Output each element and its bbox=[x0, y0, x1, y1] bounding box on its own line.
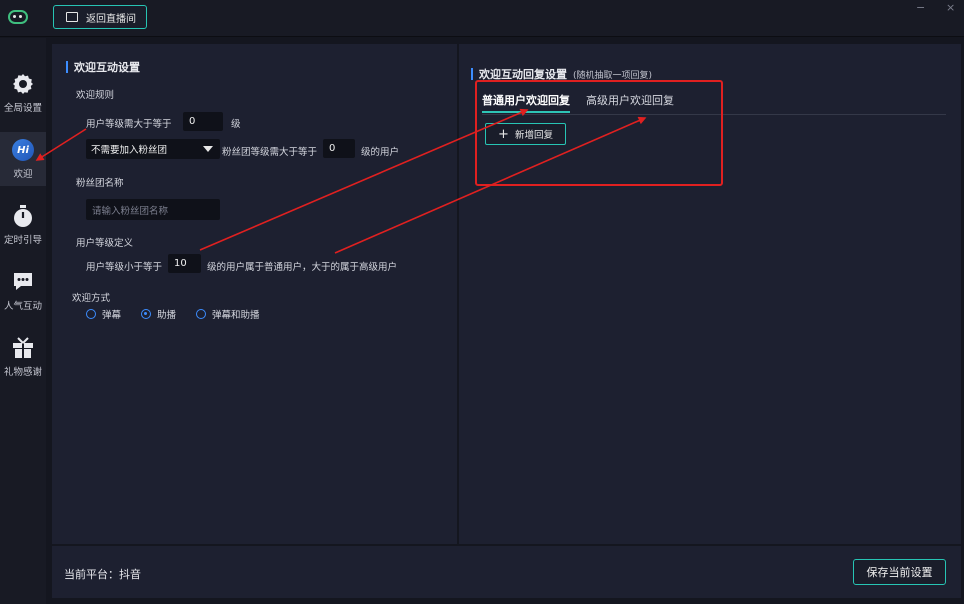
sidebar: 全局设置 Hi 欢迎 定时引导 人气互动 礼物感谢 bbox=[0, 38, 46, 604]
fan-level-suffix: 级的用户 bbox=[361, 147, 400, 158]
radio-danmaku[interactable]: 弹幕 bbox=[86, 307, 121, 321]
fan-club-select-value: 不需要加入粉丝团 bbox=[91, 145, 168, 156]
radio-label: 弹幕 bbox=[102, 310, 122, 321]
level-definition-suffix: 级的用户属于普通用户，大于的属于高级用户 bbox=[207, 262, 398, 273]
hi-icon: Hi bbox=[11, 138, 35, 162]
title-accent-bar bbox=[66, 61, 68, 73]
annotation-highlight-box bbox=[475, 80, 723, 186]
timer-icon bbox=[11, 204, 35, 228]
fan-level-prefix: 粉丝团等级需大于等于 bbox=[222, 147, 318, 158]
radio-circle-icon bbox=[86, 309, 96, 319]
user-level-definition-label: 用户等级定义 bbox=[76, 238, 134, 249]
app-logo-icon bbox=[8, 10, 28, 24]
radio-label: 弹幕和助播 bbox=[212, 310, 260, 321]
caret-down-icon bbox=[203, 146, 213, 152]
title-accent-bar bbox=[471, 68, 473, 80]
user-level-input[interactable]: 0 bbox=[183, 112, 223, 131]
current-platform-label: 当前平台：抖音 bbox=[64, 568, 141, 581]
radio-circle-icon bbox=[196, 309, 207, 319]
bottom-bar bbox=[52, 546, 961, 598]
welcome-mode-label: 欢迎方式 bbox=[72, 293, 111, 304]
save-settings-button[interactable]: 保存当前设置 bbox=[853, 559, 946, 585]
welcome-settings-title-text: 欢迎互动设置 bbox=[74, 61, 140, 74]
fan-club-name-input[interactable]: 请输入粉丝团名称 bbox=[86, 199, 220, 220]
sidebar-item-label: 全局设置 bbox=[3, 103, 42, 114]
minimize-button[interactable]: − bbox=[916, 1, 925, 14]
user-level-suffix: 级 bbox=[231, 119, 241, 130]
title-bar: 返回直播间 − × bbox=[0, 0, 964, 37]
sidebar-item-label: 礼物感谢 bbox=[3, 367, 42, 378]
fan-club-select[interactable]: 不需要加入粉丝团 bbox=[86, 139, 220, 159]
user-level-prefix: 用户等级需大于等于 bbox=[86, 119, 172, 130]
sidebar-item-label: 人气互动 bbox=[3, 301, 42, 312]
sidebar-item-label: 定时引导 bbox=[3, 235, 42, 246]
sidebar-item-timed-guide[interactable]: 定时引导 bbox=[0, 198, 46, 252]
gear-icon bbox=[11, 72, 35, 96]
radio-assistant[interactable]: 助播 bbox=[141, 307, 176, 321]
welcome-mode-radio-group: 弹幕 助播 弹幕和助播 bbox=[86, 307, 280, 321]
chat-icon bbox=[11, 270, 35, 294]
hi-icon-text: Hi bbox=[12, 139, 34, 161]
fan-club-name-label: 粉丝团名称 bbox=[76, 178, 124, 189]
welcome-settings-title: 欢迎互动设置 bbox=[66, 59, 140, 75]
level-definition-prefix: 用户等级小于等于 bbox=[86, 262, 163, 273]
back-to-live-room-button[interactable]: 返回直播间 bbox=[53, 5, 147, 29]
close-button[interactable]: × bbox=[946, 1, 955, 14]
gift-icon bbox=[11, 336, 35, 360]
sidebar-item-popularity[interactable]: 人气互动 bbox=[0, 264, 46, 318]
welcome-rules-label: 欢迎规则 bbox=[76, 90, 115, 101]
radio-label: 助播 bbox=[157, 310, 177, 321]
sidebar-item-welcome[interactable]: Hi 欢迎 bbox=[0, 132, 46, 186]
reply-settings-subtitle: (随机抽取一项回复) bbox=[573, 70, 653, 81]
level-definition-input[interactable]: 10 bbox=[168, 254, 201, 273]
sidebar-item-gift-thanks[interactable]: 礼物感谢 bbox=[0, 330, 46, 384]
back-to-live-room-label: 返回直播间 bbox=[86, 13, 136, 25]
fan-level-input[interactable]: 0 bbox=[323, 139, 355, 158]
radio-selected-icon bbox=[141, 309, 152, 319]
tv-icon bbox=[66, 12, 78, 22]
sidebar-item-label: 欢迎 bbox=[13, 169, 33, 180]
radio-danmaku-and-assistant[interactable]: 弹幕和助播 bbox=[196, 307, 260, 321]
sidebar-item-global-settings[interactable]: 全局设置 bbox=[0, 66, 46, 120]
